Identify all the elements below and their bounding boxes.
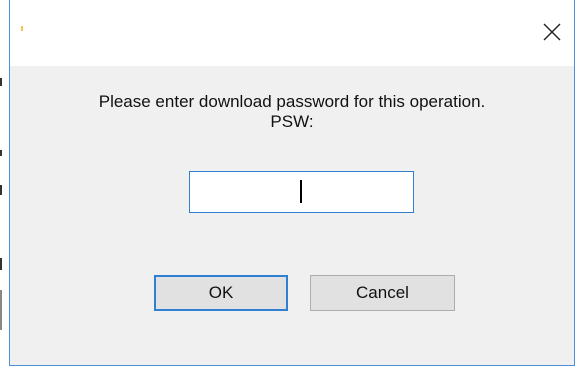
password-dialog: Please enter download password for this … [9, 0, 575, 366]
app-icon [21, 26, 23, 31]
close-icon [543, 23, 561, 41]
background-text-fragment [0, 185, 2, 195]
ok-button[interactable]: OK [154, 275, 288, 311]
background-text-fragment [0, 78, 2, 86]
cancel-button[interactable]: Cancel [310, 275, 455, 311]
password-label: PSW: [270, 112, 314, 131]
dialog-titlebar [10, 0, 574, 66]
close-button[interactable] [536, 14, 568, 50]
dialog-message: Please enter download password for this … [10, 92, 574, 132]
background-text-fragment [0, 150, 2, 156]
background-text-fragment [0, 258, 2, 270]
message-prompt: Please enter download password for this … [98, 92, 486, 111]
background-window-edge [0, 0, 9, 369]
text-caret [300, 180, 302, 203]
background-text-fragment [0, 290, 2, 330]
